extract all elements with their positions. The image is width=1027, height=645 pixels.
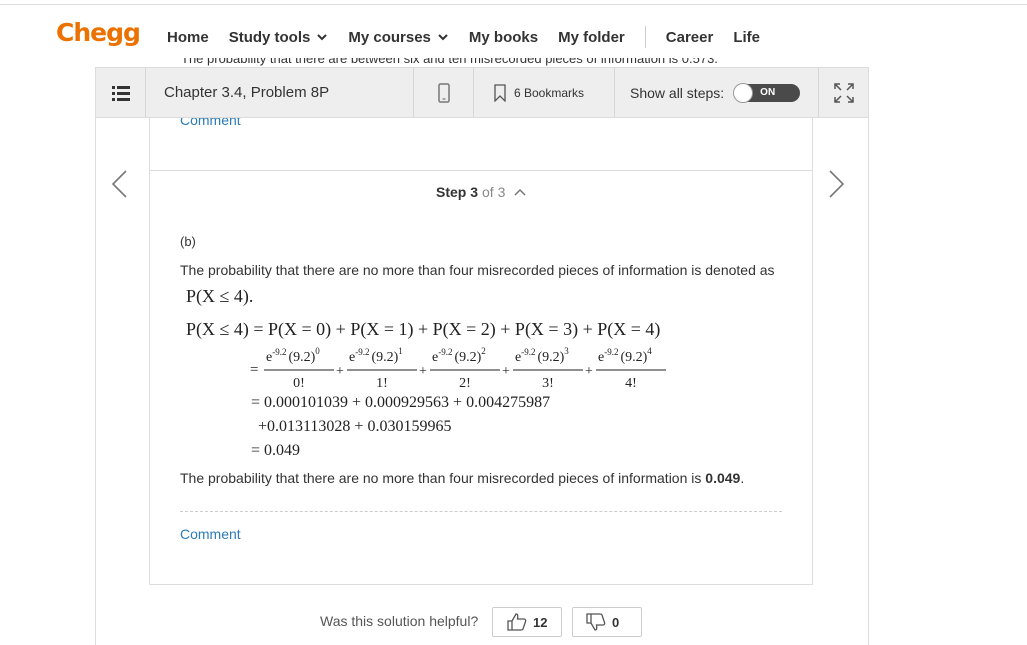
term-denominator: 3! <box>542 376 554 391</box>
main-nav: Home Study tools My courses My books My … <box>167 26 780 48</box>
expansion-formula: P(X ≤ 4) = P(X = 0) + P(X = 1) + P(X = 2… <box>186 319 661 339</box>
thumbs-up-button[interactable]: 12 <box>492 607 562 637</box>
thumbs-down-button[interactable]: 0 <box>572 607 642 637</box>
nav-career[interactable]: Career <box>666 29 714 46</box>
svg-text:=: = <box>250 362 258 378</box>
poisson-terms: = e-9.2 (9.2)0 0! + e-9.2 (9.2)1 1! + e-9.2 (9.2)… <box>250 346 666 391</box>
next-step-arrow[interactable] <box>826 170 846 198</box>
previous-comment-link[interactable]: Comment <box>180 118 241 126</box>
notation-formula: P(X ≤ 4). <box>186 286 254 306</box>
plus-sign: + <box>419 364 427 379</box>
nav-my-courses[interactable]: My courses <box>348 29 449 46</box>
toggle-label: ON <box>760 86 776 98</box>
list-icon <box>111 85 130 101</box>
conclusion-suffix: . <box>740 470 745 486</box>
toggle-knob <box>733 82 754 103</box>
result-line: = 0.049 <box>251 442 301 459</box>
show-steps-label: Show all steps: <box>630 84 725 101</box>
sum-line-1: = 0.000101039 + 0.000929563 + 0.00427598… <box>251 394 551 411</box>
nav-my-courses-label: My courses <box>348 28 431 46</box>
mobile-view-button[interactable] <box>414 68 474 117</box>
nav-study-tools-label: Study tools <box>228 28 311 46</box>
sum-line-2: +0.013113028 + 0.030159965 <box>258 418 452 435</box>
step-header[interactable]: Step 3 of 3 <box>436 184 526 200</box>
plus-sign: + <box>502 364 510 379</box>
expand-icon <box>833 82 854 103</box>
previous-step-panel <box>149 118 813 171</box>
down-count: 0 <box>612 614 620 630</box>
conclusion-prefix: The probability that there are no more t… <box>180 470 706 486</box>
expand-button[interactable] <box>819 68 868 117</box>
term-numerator: e-9.2 (9.2)4 <box>598 346 652 365</box>
step-label: Step 3 <box>436 184 479 200</box>
chapter-title[interactable]: Chapter 3.4, Problem 8P <box>146 68 414 117</box>
term-denominator: 4! <box>625 376 637 391</box>
part-label: (b) <box>180 234 196 249</box>
term-denominator: 2! <box>459 376 471 391</box>
helpful-question: Was this solution helpful? <box>320 613 479 629</box>
previous-step-text: The probability that there are between s… <box>181 58 718 66</box>
nav-my-books[interactable]: My books <box>469 29 538 46</box>
term-numerator: e-9.2 (9.2)3 <box>515 346 569 365</box>
top-border <box>0 4 1027 5</box>
frame-right-border <box>868 118 869 645</box>
nav-my-folder[interactable]: My folder <box>558 29 625 46</box>
term-numerator: e-9.2 (9.2)1 <box>349 346 403 365</box>
plus-sign: + <box>336 364 344 379</box>
show-steps-toggle[interactable]: ON <box>733 82 801 103</box>
conclusion-text: The probability that there are no more t… <box>180 470 744 486</box>
term-denominator: 1! <box>376 376 388 391</box>
term-denominator: 0! <box>293 376 305 391</box>
chevron-down-icon <box>438 34 448 41</box>
comment-link[interactable]: Comment <box>180 526 241 542</box>
frame-left-border <box>95 118 96 645</box>
thumbs-down-icon <box>586 613 606 631</box>
chegg-logo[interactable]: Chegg <box>56 18 141 47</box>
plus-sign: + <box>585 364 593 379</box>
term-numerator: e-9.2 (9.2)0 <box>266 346 320 365</box>
chevron-down-icon <box>317 34 328 41</box>
term-numerator: e-9.2 (9.2)2 <box>432 346 486 365</box>
chevron-up-icon <box>514 188 526 196</box>
up-count: 12 <box>533 614 548 630</box>
step-of: of 3 <box>482 184 506 200</box>
comment-divider <box>180 511 782 512</box>
list-button[interactable] <box>96 68 146 117</box>
conclusion-value: 0.049 <box>705 470 741 486</box>
thumbs-up-icon <box>507 613 527 631</box>
intro-text: The probability that there are no more t… <box>180 262 775 278</box>
nav-divider <box>644 26 646 48</box>
nav-home[interactable]: Home <box>167 29 209 46</box>
solution-toolbar: Chapter 3.4, Problem 8P 6 Bookmarks Show… <box>95 67 869 118</box>
bookmarks-button[interactable]: 6 Bookmarks <box>474 68 615 117</box>
phone-icon <box>437 82 450 103</box>
nav-life[interactable]: Life <box>733 29 760 46</box>
bookmarks-label: 6 Bookmarks <box>514 85 585 100</box>
show-all-steps: Show all steps: ON <box>615 68 819 117</box>
nav-study-tools[interactable]: Study tools <box>229 29 329 46</box>
bookmark-icon <box>494 83 506 102</box>
previous-step-arrow[interactable] <box>110 170 130 198</box>
